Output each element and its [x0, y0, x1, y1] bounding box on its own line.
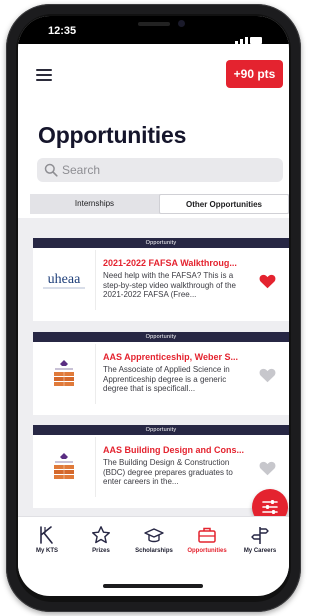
- list-item[interactable]: Opportunity AAS Building Design and Cons…: [33, 425, 289, 508]
- tab-label: Scholarships: [135, 548, 173, 554]
- tab-scholarships[interactable]: Scholarships: [127, 525, 181, 554]
- tab-prizes[interactable]: Prizes: [74, 525, 128, 554]
- weber-state-logo: [33, 437, 96, 497]
- weber-state-logo: [33, 344, 96, 404]
- tab-opportunities[interactable]: Opportunities: [180, 525, 234, 554]
- card-description: The Building Design & Construction (BDC)…: [103, 458, 233, 486]
- heart-icon[interactable]: [259, 461, 276, 476]
- signpost-icon: [251, 527, 269, 544]
- heart-icon[interactable]: [259, 368, 276, 383]
- card-description: Need help with the FAFSA? This is a step…: [103, 271, 236, 299]
- bottom-tab-bar: My KTS Prizes Scholarships Opportunities: [18, 516, 289, 577]
- app-screen: 12:35 +90 pts Opportunities Search Inter…: [18, 16, 289, 596]
- heart-icon[interactable]: [259, 274, 276, 289]
- tab-label: My Careers: [243, 548, 277, 554]
- sliders-icon: [262, 500, 278, 514]
- home-indicator: [103, 584, 203, 588]
- tab-label: Prizes: [92, 548, 110, 554]
- search-input[interactable]: Search: [37, 158, 283, 182]
- status-time: 12:35: [48, 25, 77, 37]
- tab-my-kts[interactable]: My KTS: [20, 525, 74, 554]
- uheaa-logo: uheaa: [33, 250, 96, 310]
- tab-label: My KTS: [35, 548, 58, 554]
- search-icon: [44, 163, 58, 177]
- tab-internships[interactable]: Internships: [30, 194, 159, 214]
- segmented-tabs: Internships Other Opportunities: [30, 194, 289, 214]
- signal-battery-icon: [235, 26, 269, 44]
- card-description: The Associate of Applied Science in Appr…: [103, 365, 230, 393]
- briefcase-icon: [198, 527, 216, 543]
- search-placeholder: Search: [62, 163, 101, 177]
- notch: [92, 16, 216, 42]
- card-title[interactable]: AAS Apprenticeship, Weber S...: [103, 352, 250, 362]
- tab-label: Opportunities: [187, 548, 227, 554]
- kts-icon: [40, 526, 53, 544]
- card-title[interactable]: 2021-2022 FAFSA Walkthroug...: [103, 258, 250, 268]
- card-banner: Opportunity: [33, 425, 289, 435]
- card-title[interactable]: AAS Building Design and Cons...: [103, 445, 250, 455]
- hamburger-menu-icon[interactable]: [36, 69, 52, 81]
- svg-text:uheaa: uheaa: [48, 272, 81, 287]
- graduation-cap-icon: [144, 528, 164, 543]
- opportunity-list[interactable]: Opportunity uheaa 2021-2022 FAFSA Walkth…: [18, 218, 289, 516]
- star-icon: [92, 526, 110, 544]
- tab-other-opportunities[interactable]: Other Opportunities: [159, 194, 289, 214]
- list-item[interactable]: Opportunity AAS Apprenticeship, Weber S.…: [33, 332, 289, 415]
- card-banner: Opportunity: [33, 332, 289, 342]
- camera: [178, 20, 185, 27]
- page-title: Opportunities: [38, 122, 187, 148]
- tab-my-careers[interactable]: My Careers: [233, 525, 287, 554]
- speaker-grille: [138, 22, 170, 26]
- points-button[interactable]: +90 pts: [226, 60, 283, 88]
- card-banner: Opportunity: [33, 238, 289, 248]
- list-item[interactable]: Opportunity uheaa 2021-2022 FAFSA Walkth…: [33, 238, 289, 321]
